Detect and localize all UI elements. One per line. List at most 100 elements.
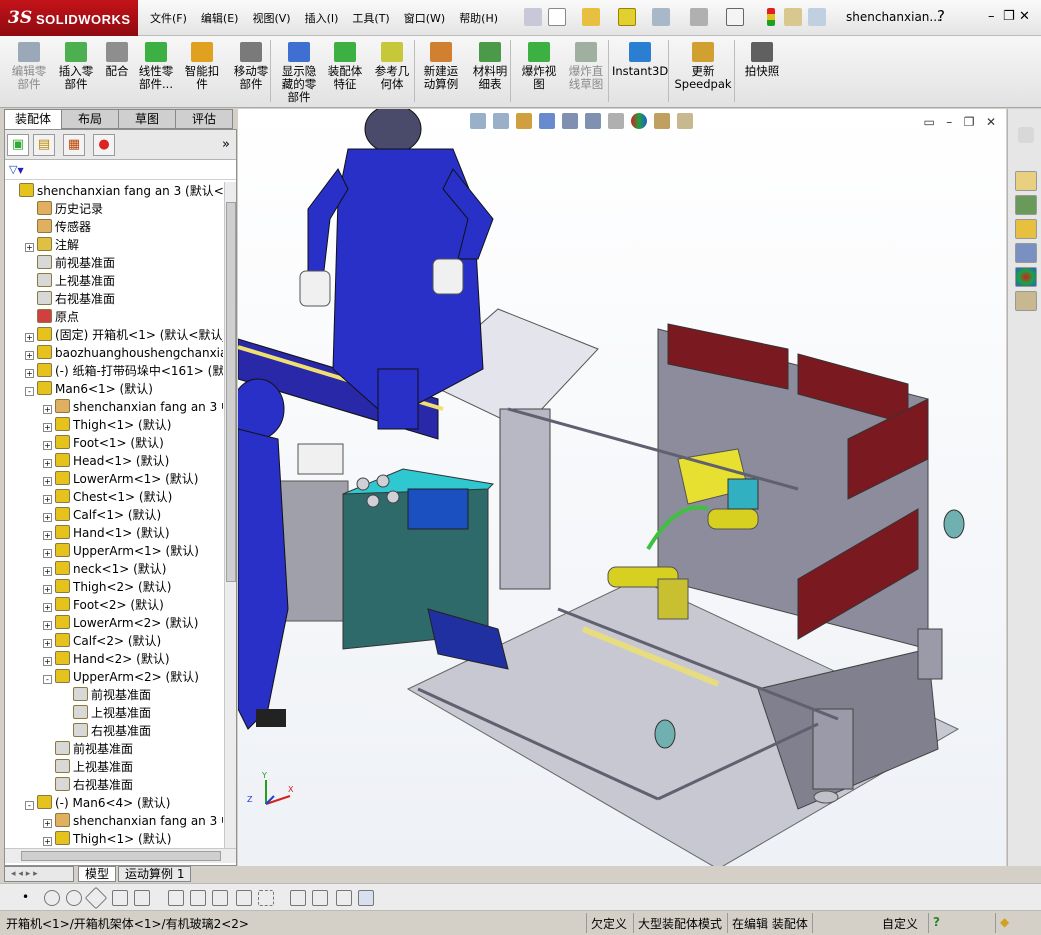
menu-item[interactable]: 插入(I) <box>305 10 339 26</box>
expand-icon[interactable]: + <box>25 243 34 252</box>
help-icon[interactable]: ? <box>928 913 956 933</box>
expand-icon[interactable]: + <box>43 531 52 540</box>
menu-item[interactable]: 窗口(W) <box>404 10 445 26</box>
rebuild-warning-icon[interactable] <box>618 8 636 26</box>
corner-icon[interactable] <box>236 890 252 906</box>
scrollbar-thumb[interactable] <box>226 202 236 582</box>
tree-node[interactable]: + Hand<1> (默认) <box>43 524 170 542</box>
expand-icon[interactable]: + <box>43 495 52 504</box>
tree-node[interactable]: + baozhuanghoushengchanxian<1> (默 <box>25 344 223 362</box>
tree-node[interactable]: + Thigh<1> (默认) <box>43 416 171 434</box>
tree-node[interactable]: 历史记录 <box>25 200 103 218</box>
unit-system[interactable]: 自定义 <box>812 913 922 933</box>
circle-icon[interactable] <box>44 890 60 906</box>
pin-icon[interactable] <box>524 8 542 26</box>
display-manager-tab-icon[interactable]: ● <box>93 134 115 156</box>
tree-node[interactable]: + Calf<2> (默认) <box>43 632 161 650</box>
tree-node[interactable]: + Calf<1> (默认) <box>43 506 161 524</box>
tree-node[interactable]: 右视基准面 <box>43 776 133 794</box>
tree-node[interactable]: 传感器 <box>25 218 91 236</box>
collapse-icon[interactable]: - <box>25 387 34 396</box>
file-properties-icon[interactable] <box>808 8 826 26</box>
tree-node[interactable]: + Thigh<2> (默认) <box>43 578 171 596</box>
expand-icon[interactable]: + <box>43 603 52 612</box>
command-tab[interactable]: 装配体 <box>4 109 62 129</box>
property-manager-tab-icon[interactable]: ▤ <box>33 134 55 156</box>
polygon-icon[interactable] <box>84 886 108 910</box>
tree-node[interactable]: + UpperArm<1> (默认) <box>43 542 199 560</box>
help-icon[interactable]: ? <box>937 7 945 25</box>
expand-icon[interactable]: + <box>43 423 52 432</box>
command-button[interactable]: 智能扣 件 <box>180 40 224 91</box>
collapse-icon[interactable]: - <box>25 801 34 810</box>
command-button[interactable]: 拍快照 <box>738 40 786 78</box>
tree-node[interactable]: + Foot<2> (默认) <box>43 596 164 614</box>
tree-vertical-scrollbar[interactable] <box>224 182 236 848</box>
command-button[interactable]: 配合 <box>100 40 134 78</box>
print-icon[interactable] <box>652 8 670 26</box>
expand-icon[interactable]: + <box>25 333 34 342</box>
expand-icon[interactable]: + <box>43 585 52 594</box>
expand-icon[interactable]: + <box>43 621 52 630</box>
expand-panel-icon[interactable]: » <box>222 137 230 152</box>
line-icon[interactable] <box>134 890 150 906</box>
command-button[interactable]: 线性零 部件... <box>133 40 179 91</box>
menu-item[interactable]: 工具(T) <box>352 10 389 26</box>
tree-filter[interactable]: ▽▼ <box>5 160 236 180</box>
expand-icon[interactable]: + <box>43 405 52 414</box>
command-tab[interactable]: 布局 <box>61 109 119 129</box>
command-button[interactable]: 插入零 部件 <box>52 40 100 91</box>
tree-node[interactable]: + shenchanxian fang an 3 中的配合 <box>43 812 223 830</box>
command-button[interactable]: 参考几 何体 <box>368 40 416 91</box>
new-document-icon[interactable] <box>548 8 566 26</box>
grid-icon[interactable] <box>312 890 328 906</box>
appearances-icon[interactable] <box>1015 267 1037 287</box>
tree-node[interactable]: + Hand<2> (默认) <box>43 650 170 668</box>
offset-icon[interactable] <box>212 890 228 906</box>
expand-icon[interactable]: + <box>43 477 52 486</box>
open-folder-icon[interactable] <box>582 8 600 26</box>
feature-tree-tab-icon[interactable]: ▣ <box>7 134 29 156</box>
command-button[interactable]: 装配体 特征 <box>322 40 368 91</box>
design-library-icon[interactable] <box>1015 195 1037 215</box>
tree-node[interactable]: 上视基准面 <box>43 758 133 776</box>
expand-icon[interactable]: + <box>43 819 52 828</box>
tab-scroll-arrows-icon[interactable]: ◂ ◂ ▸ ▸ <box>4 866 74 882</box>
tree-node[interactable]: + Chest<1> (默认) <box>43 488 172 506</box>
command-button[interactable]: 材料明 细表 <box>466 40 514 91</box>
undo-icon[interactable] <box>690 8 708 26</box>
command-tab[interactable]: 草图 <box>118 109 176 129</box>
table-icon[interactable] <box>358 890 374 906</box>
expand-icon[interactable]: + <box>43 549 52 558</box>
point-icon[interactable]: • <box>22 890 38 906</box>
assembly-model-render[interactable] <box>238 109 1006 866</box>
traffic-light-icon[interactable] <box>767 8 775 26</box>
tree-node[interactable]: + 注解 <box>25 236 79 254</box>
menu-item[interactable]: 帮助(H) <box>459 10 498 26</box>
expand-icon[interactable]: + <box>43 657 52 666</box>
chamfer-icon[interactable] <box>190 890 206 906</box>
tab-model[interactable]: 模型 <box>78 866 117 882</box>
minimize-icon[interactable]: – <box>988 9 995 24</box>
mirror-icon[interactable] <box>336 890 352 906</box>
expand-icon[interactable]: + <box>43 639 52 648</box>
command-button[interactable]: 显示隐 藏的零 部件 <box>276 40 322 104</box>
document-name[interactable]: shenchanxian... <box>846 10 941 24</box>
tree-node[interactable]: + Thigh<1> (默认) <box>43 830 171 848</box>
select-arrow-icon[interactable] <box>726 8 744 26</box>
solidworks-resources-icon[interactable] <box>1015 171 1037 191</box>
tree-node[interactable]: 前视基准面 <box>43 740 133 758</box>
tree-node[interactable]: 原点 <box>25 308 79 326</box>
view-palette-icon[interactable] <box>1015 243 1037 263</box>
tab-motion-study[interactable]: 运动算例 1 <box>118 866 192 882</box>
filter-dropdown-icon[interactable]: ▼ <box>17 166 23 175</box>
expand-icon[interactable]: + <box>43 567 52 576</box>
tree-node[interactable]: - UpperArm<2> (默认) <box>43 668 199 686</box>
expand-icon[interactable]: + <box>43 837 52 846</box>
tree-node[interactable]: 上视基准面 <box>61 704 151 722</box>
tree-node[interactable]: + (-) 纸箱-打带码垛中<161> (默认) <box>25 362 223 380</box>
tree-node[interactable]: + LowerArm<1> (默认) <box>43 470 199 488</box>
graphics-area[interactable]: ▭ – ❐ ✕ Y X Z <box>238 109 1006 866</box>
centerline-icon[interactable] <box>258 890 274 906</box>
dimension-icon[interactable] <box>290 890 306 906</box>
